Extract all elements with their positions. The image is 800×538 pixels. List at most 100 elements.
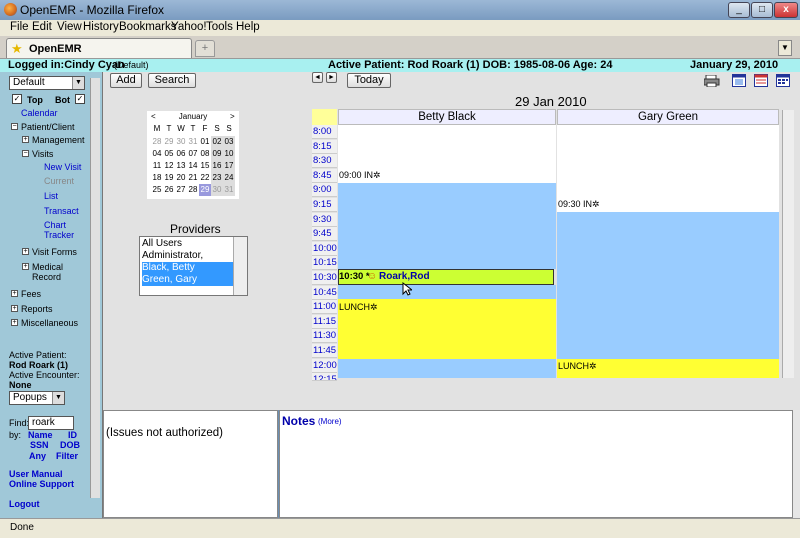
logout-link[interactable]: Logout bbox=[9, 499, 40, 509]
provider-option-selected[interactable]: Black, Betty bbox=[142, 262, 235, 274]
providers-list[interactable]: All Users Administrator, Black, Betty Gr… bbox=[139, 236, 248, 296]
menu-help[interactable]: Help bbox=[236, 21, 260, 33]
calendar-day[interactable]: 31 bbox=[187, 136, 199, 148]
time-slot-label[interactable]: 11:15 bbox=[312, 314, 337, 329]
find-input[interactable]: roark bbox=[28, 416, 74, 430]
calendar-day[interactable]: 28 bbox=[187, 184, 199, 196]
nav-scrollbar[interactable] bbox=[90, 78, 100, 498]
calendar-day[interactable]: 12 bbox=[163, 160, 175, 172]
add-button[interactable]: Add bbox=[110, 73, 142, 88]
bot-checkbox[interactable]: ✓ bbox=[75, 94, 85, 104]
nav-miscellaneous[interactable]: Miscellaneous bbox=[21, 318, 78, 328]
column-header-gary-green[interactable]: Gary Green bbox=[557, 109, 779, 125]
time-slot-label[interactable]: 11:45 bbox=[312, 344, 337, 358]
maximize-button[interactable]: □ bbox=[751, 2, 773, 18]
prev-arrow-icon[interactable]: ◄ bbox=[312, 72, 323, 83]
close-button[interactable]: x bbox=[774, 2, 798, 18]
schedule-scrollbar[interactable] bbox=[782, 110, 794, 378]
gary-in-event[interactable]: 09:30 IN✲ bbox=[558, 199, 600, 210]
gary-in-office-block[interactable] bbox=[557, 212, 779, 359]
time-slot-label[interactable]: 9:15 bbox=[312, 198, 337, 212]
time-slot-label[interactable]: 12:00 bbox=[312, 358, 337, 373]
calendar-day[interactable]: 29 bbox=[199, 184, 211, 196]
calendar-day[interactable]: 26 bbox=[163, 184, 175, 196]
profile-select[interactable]: Default ▼ bbox=[9, 76, 85, 90]
calendar-day[interactable]: 14 bbox=[187, 160, 199, 172]
calendar-day[interactable]: 08 bbox=[199, 148, 211, 160]
calendar-day[interactable]: 30 bbox=[175, 136, 187, 148]
betty-in-event[interactable]: 09:00 IN✲ bbox=[339, 170, 381, 181]
time-slot-label[interactable]: 9:45 bbox=[312, 227, 337, 242]
expand-icon[interactable]: + bbox=[11, 305, 18, 312]
time-slot-label[interactable]: 10:15 bbox=[312, 256, 337, 271]
menu-view[interactable]: View bbox=[57, 21, 82, 33]
calendar-day[interactable]: 16 bbox=[211, 160, 223, 172]
time-slot-label[interactable]: 12:15 bbox=[312, 373, 337, 382]
menu-file[interactable]: File bbox=[10, 21, 29, 33]
calendar-day[interactable]: 09 bbox=[211, 148, 223, 160]
menu-bookmarks[interactable]: Bookmarks bbox=[119, 21, 177, 33]
month-view-icon[interactable] bbox=[776, 74, 790, 87]
nav-list[interactable]: List bbox=[44, 191, 58, 201]
calendar-day[interactable]: 29 bbox=[163, 136, 175, 148]
nav-calendar[interactable]: Calendar bbox=[21, 108, 58, 118]
time-slot-label[interactable]: 9:30 bbox=[312, 212, 337, 227]
nav-medical[interactable]: Medical bbox=[32, 262, 63, 272]
day-view-icon[interactable] bbox=[732, 74, 746, 87]
time-slot-label[interactable]: 11:30 bbox=[312, 329, 337, 344]
time-slot-label[interactable]: 9:00 bbox=[312, 183, 337, 198]
calendar-day[interactable]: 15 bbox=[199, 160, 211, 172]
providers-scrollbar[interactable] bbox=[233, 237, 247, 295]
collapse-icon[interactable]: − bbox=[11, 123, 18, 130]
calendar-day[interactable]: 22 bbox=[199, 172, 211, 184]
calendar-day[interactable]: 01 bbox=[199, 136, 211, 148]
calendar-day[interactable]: 11 bbox=[151, 160, 163, 172]
nav-patient-client[interactable]: Patient/Client bbox=[21, 122, 75, 132]
nav-management[interactable]: Management bbox=[32, 135, 85, 145]
time-slot-label[interactable]: 10:30 bbox=[312, 271, 337, 285]
week-view-icon[interactable] bbox=[754, 74, 768, 87]
calendar-day[interactable]: 10 bbox=[223, 148, 235, 160]
calendar-day[interactable]: 18 bbox=[151, 172, 163, 184]
find-by-ssn[interactable]: SSN bbox=[30, 440, 49, 450]
calendar-day[interactable]: 17 bbox=[223, 160, 235, 172]
calendar-day[interactable]: 20 bbox=[175, 172, 187, 184]
time-slot-label[interactable]: 8:00 bbox=[312, 125, 337, 139]
find-by-dob[interactable]: DOB bbox=[60, 440, 80, 450]
calendar-day[interactable]: 19 bbox=[163, 172, 175, 184]
betty-in-office-block[interactable] bbox=[338, 183, 556, 269]
calendar-day[interactable]: 02 bbox=[211, 136, 223, 148]
nav-fees[interactable]: Fees bbox=[21, 289, 41, 299]
search-button[interactable]: Search bbox=[148, 73, 196, 88]
find-by-any[interactable]: Any bbox=[29, 451, 46, 461]
rod-appointment-name[interactable]: Roark,Rod bbox=[379, 271, 430, 282]
find-by-name[interactable]: Name bbox=[28, 430, 53, 440]
calendar-day[interactable]: 04 bbox=[151, 148, 163, 160]
calendar-day[interactable]: 30 bbox=[211, 184, 223, 196]
tab-list-dropdown-icon[interactable]: ▼ bbox=[778, 40, 792, 56]
mini-calendar-next[interactable]: > bbox=[230, 112, 235, 121]
nav-visit-forms[interactable]: Visit Forms bbox=[32, 247, 77, 257]
nav-new-visit[interactable]: New Visit bbox=[44, 162, 81, 172]
provider-option-selected[interactable]: Green, Gary bbox=[142, 274, 235, 286]
calendar-day[interactable]: 27 bbox=[175, 184, 187, 196]
calendar-day[interactable]: 21 bbox=[187, 172, 199, 184]
online-support-link[interactable]: Online Support bbox=[9, 479, 74, 489]
find-by-filter[interactable]: Filter bbox=[56, 451, 78, 461]
calendar-day[interactable]: 25 bbox=[151, 184, 163, 196]
nav-tracker[interactable]: Tracker bbox=[44, 230, 74, 240]
nav-reports[interactable]: Reports bbox=[21, 304, 53, 314]
expand-icon[interactable]: + bbox=[22, 263, 29, 270]
today-button[interactable]: Today bbox=[347, 73, 391, 88]
calendar-day[interactable]: 05 bbox=[163, 148, 175, 160]
calendar-day[interactable]: 06 bbox=[175, 148, 187, 160]
calendar-day[interactable]: 13 bbox=[175, 160, 187, 172]
calendar-day[interactable]: 24 bbox=[223, 172, 235, 184]
nav-transact[interactable]: Transact bbox=[44, 206, 79, 216]
popups-select[interactable]: Popups ▼ bbox=[9, 391, 65, 405]
collapse-icon[interactable]: − bbox=[22, 150, 29, 157]
betty-lunch-event[interactable]: LUNCH✲ bbox=[339, 302, 378, 313]
find-by-id[interactable]: ID bbox=[68, 430, 77, 440]
menu-yahoo[interactable]: Yahoo! bbox=[171, 21, 207, 33]
time-slot-label[interactable]: 8:30 bbox=[312, 154, 337, 169]
